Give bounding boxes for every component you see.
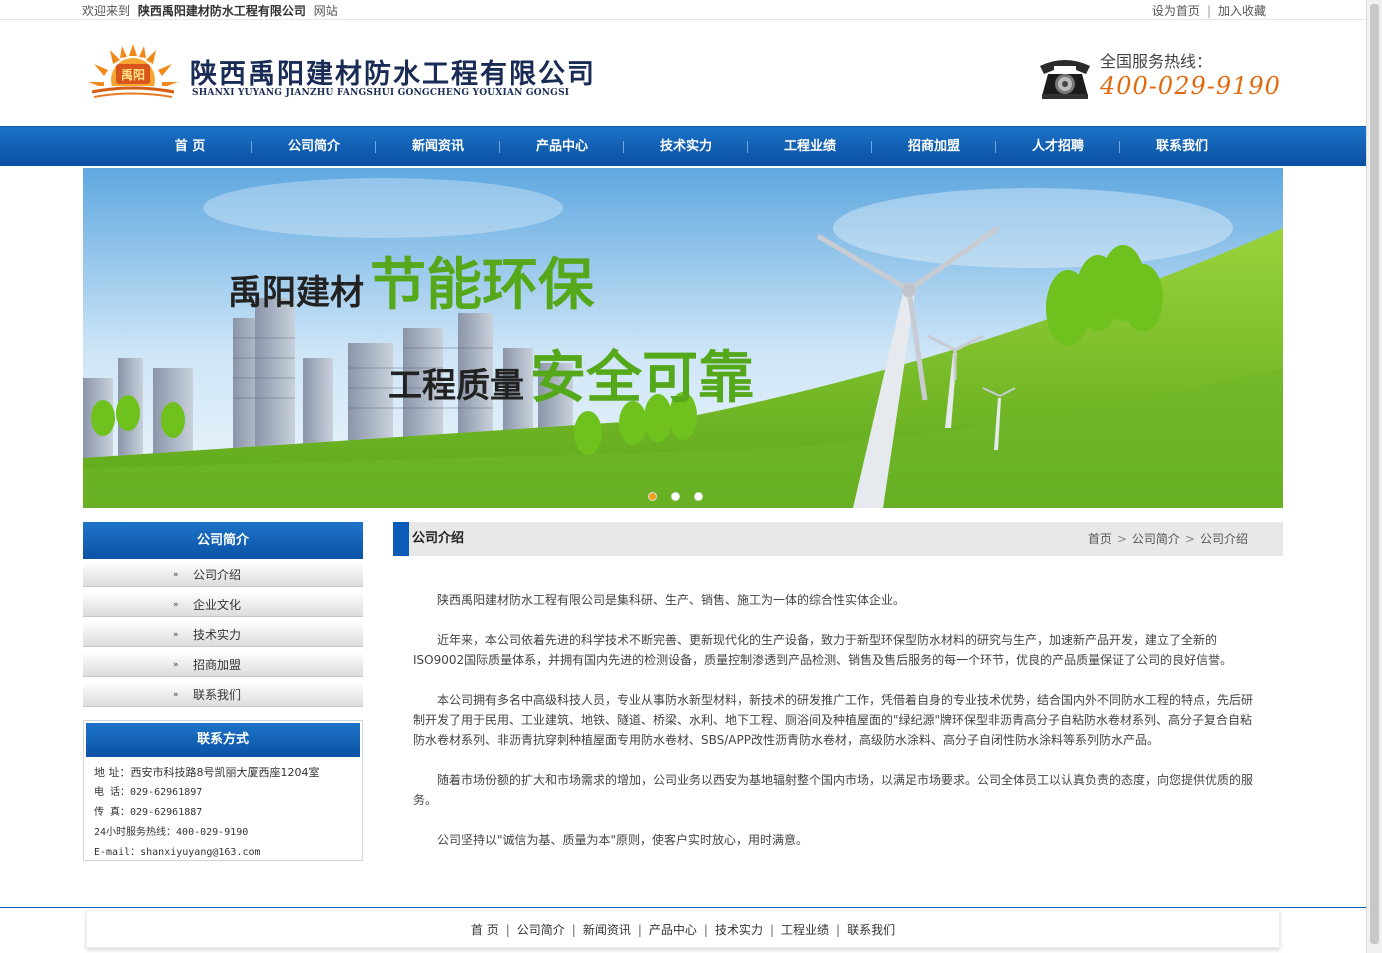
slider-dot[interactable] xyxy=(694,492,703,501)
nav-item-news[interactable]: 新闻资讯 xyxy=(376,127,500,167)
page: 欢迎来到 陕西禹阳建材防水工程有限公司 网站 设为首页 | 加入收藏 禹阳 陕西… xyxy=(0,0,1366,953)
top-strip: 欢迎来到 陕西禹阳建材防水工程有限公司 网站 设为首页 | 加入收藏 xyxy=(0,0,1366,20)
double-chevron-right-icon: » xyxy=(173,630,179,640)
double-chevron-right-icon: » xyxy=(173,690,179,700)
separator: | xyxy=(703,923,708,937)
telephone-icon xyxy=(1040,60,1090,99)
sidebar-item-label: 招商加盟 xyxy=(193,658,242,672)
separator: | xyxy=(571,923,576,937)
separator: | xyxy=(836,923,841,937)
slogan-2-green: 安全可靠 xyxy=(530,346,754,411)
footer-link-news[interactable]: 新闻资讯 xyxy=(583,923,631,937)
sidebar-item-label: 技术实力 xyxy=(193,628,242,642)
footer-link-products[interactable]: 产品中心 xyxy=(649,923,697,937)
contact-email[interactable]: E-mail：shanxiyuyang@163.com xyxy=(94,843,362,863)
slogan-2-dark: 工程质量 xyxy=(388,366,524,406)
scrollbar-thumb[interactable] xyxy=(1370,4,1379,944)
footer-link-about[interactable]: 公司简介 xyxy=(517,923,565,937)
main-nav: 首 页 公司简介 新闻资讯 产品中心 技术实力 工程业绩 招商加盟 人才招聘 联… xyxy=(0,126,1366,166)
double-chevron-right-icon: » xyxy=(173,570,179,580)
welcome-text: 欢迎来到 陕西禹阳建材防水工程有限公司 网站 xyxy=(82,2,338,19)
article-paragraph: 陕西禹阳建材防水工程有限公司是集科研、生产、销售、施工为一体的综合性实体企业。 xyxy=(413,593,906,607)
footer-link-projects[interactable]: 工程业绩 xyxy=(781,923,829,937)
slogan-1-green: 节能环保 xyxy=(370,253,594,318)
article-paragraph: 本公司拥有多名中高级科技人员，专业从事防水新型材料，新技术的研发推广工作，凭借着… xyxy=(413,693,1254,747)
contact-phone: 电 话：029-62961897 xyxy=(94,787,203,798)
slider-dots xyxy=(648,492,703,501)
welcome-prefix: 欢迎来到 xyxy=(82,4,131,18)
double-chevron-right-icon: » xyxy=(173,660,179,670)
breadcrumb-about[interactable]: 公司简介 xyxy=(1132,532,1180,546)
nav-item-careers[interactable]: 人才招聘 xyxy=(996,127,1120,167)
separator: | xyxy=(769,923,775,937)
nav-item-about[interactable]: 公司简介 xyxy=(252,127,376,167)
set-home-link[interactable]: 设为首页 xyxy=(1152,4,1200,18)
nav-item-franchise[interactable]: 招商加盟 xyxy=(872,127,996,167)
article-paragraph: 近年来，本公司依着先进的科学技术不断完善、更新现代化的生产设备，致力于新型环保型… xyxy=(413,633,1233,667)
separator: | xyxy=(505,923,510,937)
contact-title: 联系方式 xyxy=(86,723,360,757)
nav-item-technology[interactable]: 技术实力 xyxy=(624,127,748,167)
chevron-right-icon: > xyxy=(1116,532,1127,546)
slogan-1-dark: 禹阳建材 xyxy=(228,273,364,313)
breadcrumb-home[interactable]: 首页 xyxy=(1088,532,1112,546)
logo-text: 禹阳 xyxy=(121,67,145,82)
sidebar-menu: » 公司介绍 » 企业文化 » 技术实力 » 招商加盟 » 联系我们 xyxy=(83,563,363,713)
article-paragraph: 随着市场份额的扩大和市场需求的增加，公司业务以西安为基地辐射整个国内市场，以满足… xyxy=(413,773,1254,807)
logo-icon[interactable]: 禹阳 xyxy=(88,42,178,102)
sidebar-item-label: 联系我们 xyxy=(193,688,242,702)
sidebar-item-culture[interactable]: » 企业文化 xyxy=(83,593,363,617)
sidebar-item-company-intro[interactable]: » 公司介绍 xyxy=(83,563,363,587)
article-paragraph: 公司坚持以"诚信为基、质量为本"原则，使客户实时放心，用时满意。 xyxy=(413,833,809,847)
separator: | xyxy=(637,923,642,937)
nav-item-home[interactable]: 首 页 xyxy=(128,127,252,167)
sidebar-item-label: 企业文化 xyxy=(193,598,242,612)
double-chevron-right-icon: » xyxy=(173,600,179,610)
footer-link-contact[interactable]: 联系我们 xyxy=(847,923,895,937)
nav-item-contact[interactable]: 联系我们 xyxy=(1120,127,1244,167)
chevron-right-icon: > xyxy=(1184,532,1195,546)
banner-slider[interactable]: 禹阳建材 节能环保 工程质量 安全可靠 xyxy=(83,168,1283,508)
sidebar-item-contact[interactable]: » 联系我们 xyxy=(83,683,363,707)
vertical-scrollbar[interactable] xyxy=(1366,0,1382,953)
sidebar-item-franchise[interactable]: » 招商加盟 xyxy=(83,653,363,677)
content-header: 公司介绍 首页 > 公司简介 > 公司介绍 xyxy=(393,522,1283,556)
contact-box: 联系方式 地 址：西安市科技路8号凯丽大厦西座1204室 电 话：029-629… xyxy=(83,720,363,861)
sidebar-item-technology[interactable]: » 技术实力 xyxy=(83,623,363,647)
breadcrumb: 首页 > 公司简介 > 公司介绍 xyxy=(1088,522,1248,556)
company-name: 陕西禹阳建材防水工程有限公司 xyxy=(190,59,596,90)
footer-nav: 首 页 | 公司简介 | 新闻资讯 | 产品中心 | 技术实力 | 工程业绩 | 联系我们 xyxy=(86,910,1280,948)
add-favorite-link[interactable]: 加入收藏 xyxy=(1218,4,1266,18)
article-body: 陕西禹阳建材防水工程有限公司是集科研、生产、销售、施工为一体的综合性实体企业。 … xyxy=(413,590,1255,870)
welcome-suffix: 网站 xyxy=(313,4,338,18)
contact-address: 地 址：西安市科技路8号凯丽大厦西座1204室 xyxy=(94,766,320,779)
header: 禹阳 陕西禹阳建材防水工程有限公司 SHANXI YUYANG JIANZHU … xyxy=(0,20,1366,126)
contact-fax: 传 真：029-62961887 xyxy=(94,807,203,818)
nav-item-products[interactable]: 产品中心 xyxy=(500,127,624,167)
sidebar-title: 公司简介 xyxy=(83,522,363,559)
slider-dot[interactable] xyxy=(648,492,657,501)
footer-divider xyxy=(0,907,1366,908)
company-name-pinyin: SHANXI YUYANG JIANZHU FANGSHUI GONGCHENG… xyxy=(192,88,570,98)
slider-dot[interactable] xyxy=(671,492,680,501)
banner-slogan-2: 工程质量 安全可靠 xyxy=(388,333,754,414)
footer-link-technology[interactable]: 技术实力 xyxy=(715,923,763,937)
nav-item-projects[interactable]: 工程业绩 xyxy=(748,127,872,167)
header-accent-bar xyxy=(393,522,409,556)
top-links: 设为首页 | 加入收藏 xyxy=(1152,2,1266,19)
welcome-company: 陕西禹阳建材防水工程有限公司 xyxy=(137,4,306,18)
contact-hotline: 24小时服务热线：400-029-9190 xyxy=(94,827,249,838)
breadcrumb-current: 公司介绍 xyxy=(1199,532,1248,546)
content-title: 公司介绍 xyxy=(412,531,465,546)
hotline-number: 400-029-9190 xyxy=(1100,72,1281,100)
footer-link-home[interactable]: 首 页 xyxy=(471,923,499,937)
banner-slogan-1: 禹阳建材 节能环保 xyxy=(228,240,594,321)
separator: | xyxy=(1206,4,1211,18)
sidebar-item-label: 公司介绍 xyxy=(193,568,242,582)
hotline-label: 全国服务热线： xyxy=(1100,52,1213,71)
